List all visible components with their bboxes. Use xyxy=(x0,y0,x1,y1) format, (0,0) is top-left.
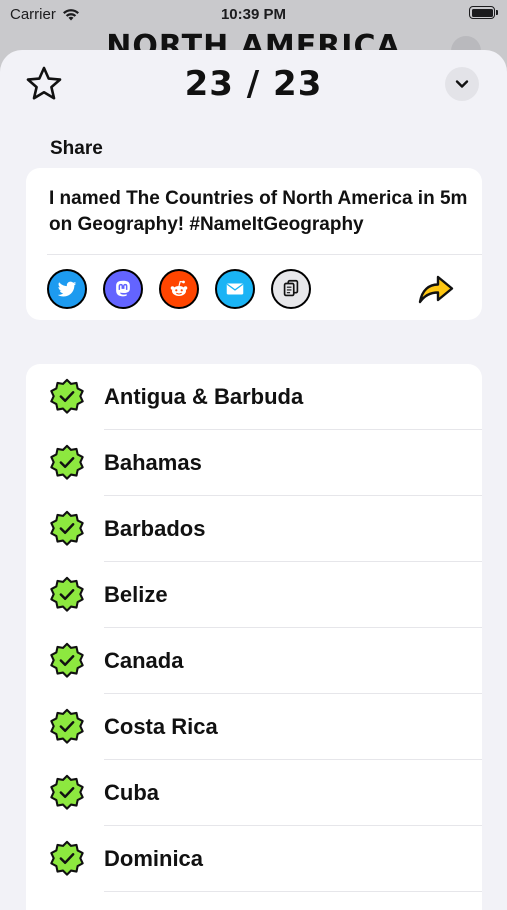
share-heading: Share xyxy=(50,138,103,159)
share-mastodon-button[interactable] xyxy=(103,269,143,309)
list-item[interactable]: Dominica xyxy=(26,826,482,892)
reddit-icon xyxy=(170,280,188,296)
share-mail-button[interactable] xyxy=(215,269,255,309)
check-badge-icon xyxy=(50,708,84,744)
share-more-button[interactable] xyxy=(416,271,456,307)
country-name: Antigua & Barbuda xyxy=(104,384,304,409)
list-item[interactable]: Barbados xyxy=(26,496,482,562)
check-badge-icon xyxy=(50,774,84,810)
list-item[interactable]: Belize xyxy=(26,562,482,628)
mastodon-icon xyxy=(116,280,130,297)
check-badge-icon xyxy=(50,378,84,414)
list-item[interactable]: Bahamas xyxy=(26,430,482,496)
country-name: Costa Rica xyxy=(104,714,218,739)
list-item[interactable]: Canada xyxy=(26,628,482,694)
results-sheet: 23 / 23 Share I named The Countries of N… xyxy=(0,50,507,910)
list-item[interactable]: Antigua & Barbuda xyxy=(26,364,482,430)
copy-icon xyxy=(283,279,299,297)
copy-button[interactable] xyxy=(271,269,311,309)
country-name: Canada xyxy=(104,648,184,673)
list-item[interactable]: Costa Rica xyxy=(26,694,482,760)
list-item[interactable]: Cuba xyxy=(26,760,482,826)
mail-icon xyxy=(226,283,244,295)
divider xyxy=(104,891,482,892)
share-reddit-button[interactable] xyxy=(159,269,199,309)
share-message[interactable]: I named The Countries of North America i… xyxy=(49,186,469,238)
share-card: I named The Countries of North America i… xyxy=(26,168,482,320)
status-bar: Carrier 10:39 PM xyxy=(0,0,507,30)
check-badge-icon xyxy=(50,840,84,876)
country-name: Cuba xyxy=(104,780,159,805)
background-page-title: NORTH AMERICA xyxy=(106,32,401,50)
country-name: Barbados xyxy=(104,516,206,541)
collapse-button[interactable] xyxy=(445,67,479,101)
chevron-down-icon xyxy=(455,80,469,88)
twitter-icon xyxy=(57,281,77,297)
divider xyxy=(47,254,482,255)
country-name: Belize xyxy=(104,582,168,607)
check-badge-icon xyxy=(50,510,84,546)
status-time: 10:39 PM xyxy=(220,6,287,23)
share-arrow-icon xyxy=(418,275,454,304)
check-badge-icon xyxy=(50,642,84,678)
country-list: Antigua & Barbuda Bahamas Barbados Beliz… xyxy=(26,364,482,910)
score-counter: 23 / 23 xyxy=(184,64,323,104)
check-badge-icon xyxy=(50,576,84,612)
battery-icon xyxy=(469,6,498,19)
share-twitter-button[interactable] xyxy=(47,269,87,309)
country-name: Bahamas xyxy=(104,450,202,475)
check-badge-icon xyxy=(50,444,84,480)
country-name: Dominica xyxy=(104,846,204,871)
